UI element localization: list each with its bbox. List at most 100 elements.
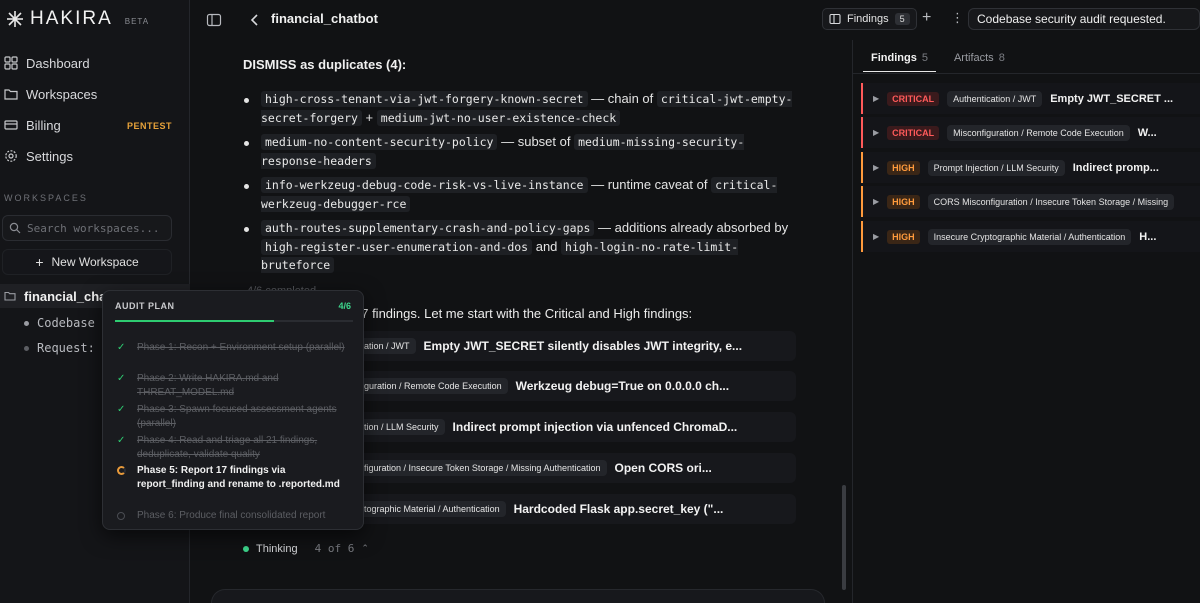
- severity-badge: CRITICAL: [887, 91, 940, 106]
- tab-artifacts[interactable]: Artifacts 8: [946, 44, 1013, 72]
- findings-count-badge: 5: [894, 13, 910, 25]
- finding-title: H...: [1139, 230, 1157, 243]
- list-item: medium-no-content-security-policy — subs…: [243, 133, 793, 170]
- tab-divider: [853, 73, 1200, 74]
- list-text: — runtime caveat of: [587, 177, 712, 192]
- nav-label: Settings: [26, 148, 73, 164]
- severity-badge: HIGH: [887, 229, 920, 244]
- finding-card[interactable]: sconfiguration / Insecure Token Storage …: [341, 453, 796, 483]
- category-tag: Insecure Cryptographic Material / Authen…: [927, 228, 1132, 245]
- search-input[interactable]: [27, 221, 167, 235]
- chevron-up-icon: ⌃: [361, 543, 369, 553]
- finding-title: Indirect promp...: [1072, 161, 1159, 174]
- dismiss-list: high-cross-tenant-via-jwt-forgery-known-…: [243, 90, 793, 275]
- back-chevron-icon[interactable]: [247, 12, 263, 28]
- audit-plan-count: 4/6: [338, 301, 351, 311]
- thinking-label: Thinking: [256, 542, 298, 555]
- finding-title: Werkzeug debug=True on 0.0.0.0 ch...: [515, 379, 730, 393]
- finding-row[interactable]: ▶ CRITICAL Authentication / JWT Empty JW…: [861, 83, 1200, 114]
- status-pill[interactable]: Codebase security audit requested.: [968, 8, 1200, 30]
- finding-row[interactable]: ▶ HIGH CORS Misconfiguration / Insecure …: [861, 186, 1200, 217]
- code-span: high-register-user-enumeration-and-dos: [261, 238, 533, 255]
- code-span: auth-routes-supplementary-crash-and-poli…: [261, 220, 595, 236]
- more-vertical-icon[interactable]: ⋮: [951, 10, 964, 26]
- scrollbar[interactable]: [842, 485, 846, 590]
- dismiss-heading: DISMISS as duplicates (4):: [243, 57, 407, 72]
- severity-badge: HIGH: [887, 194, 920, 209]
- tab-count: 5: [921, 52, 928, 64]
- list-text: +: [361, 109, 377, 125]
- list-text: — chain of: [587, 91, 657, 106]
- finding-card[interactable]: configuration / Remote Code Execution We…: [341, 371, 796, 401]
- finding-card[interactable]: Injection / LLM Security Indirect prompt…: [341, 412, 796, 442]
- folder-icon: [4, 89, 18, 100]
- step-text: Phase 5: Report 17 findings via report_f…: [137, 465, 340, 490]
- nav-dashboard[interactable]: Dashboard: [4, 53, 90, 73]
- thread-dot: [24, 320, 29, 326]
- audit-plan-heading: AUDIT PLAN: [115, 301, 175, 311]
- tab-findings[interactable]: Findings 5: [863, 44, 936, 72]
- grid-icon: [4, 56, 18, 70]
- expand-chevron-icon[interactable]: ▶: [873, 232, 879, 241]
- finding-card[interactable]: entication / JWT Empty JWT_SECRET silent…: [341, 331, 796, 361]
- finding-row[interactable]: ▶ HIGH Insecure Cryptographic Material /…: [861, 221, 1200, 252]
- new-workspace-button[interactable]: + New Workspace: [2, 249, 172, 275]
- nav-workspaces[interactable]: Workspaces: [4, 84, 97, 104]
- code-span: medium-no-content-security-policy: [261, 134, 498, 150]
- finding-row[interactable]: ▶ CRITICAL Misconfiguration / Remote Cod…: [861, 117, 1200, 148]
- list-text: — subset of: [497, 134, 575, 149]
- plan-step: ✓ Phase 3: Spawn focused assessment agen…: [117, 403, 353, 431]
- list-item: auth-routes-supplementary-crash-and-poli…: [243, 219, 793, 275]
- expand-chevron-icon[interactable]: ▶: [873, 197, 879, 206]
- new-workspace-label: New Workspace: [51, 255, 139, 269]
- nav-settings[interactable]: Settings: [4, 146, 73, 166]
- in-progress-spinner-icon: [117, 464, 127, 492]
- thread-item[interactable]: Codebase s: [24, 316, 109, 330]
- check-icon: ✓: [117, 373, 126, 384]
- thread-label: Request: C: [37, 341, 110, 355]
- thinking-indicator[interactable]: Thinking 4 of 6 ⌃: [243, 542, 369, 555]
- finding-title: Empty JWT_SECRET silently disables JWT i…: [423, 339, 743, 353]
- check-icon: ✓: [117, 342, 126, 353]
- plan-step: Phase 5: Report 17 findings via report_f…: [117, 464, 353, 492]
- plus-icon: +: [35, 254, 44, 270]
- workspace-search[interactable]: [2, 215, 172, 241]
- panel-icon: [829, 13, 841, 25]
- step-text: Phase 1: Recon + Environment setup (para…: [137, 342, 345, 353]
- finding-row[interactable]: ▶ HIGH Prompt Injection / LLM Security I…: [861, 152, 1200, 183]
- list-text: — additions already absorbed by: [594, 220, 789, 235]
- thread-item[interactable]: Request: C: [24, 341, 109, 355]
- category-tag: Misconfiguration / Remote Code Execution: [947, 124, 1130, 141]
- expand-chevron-icon[interactable]: ▶: [873, 128, 879, 137]
- plan-badge: PENTEST: [127, 121, 173, 131]
- sidebar-toggle-icon[interactable]: [206, 12, 222, 28]
- nav-label: Dashboard: [26, 55, 90, 71]
- expand-chevron-icon[interactable]: ▶: [873, 163, 879, 172]
- hakira-logo-icon: [7, 11, 23, 27]
- finding-title: Indirect prompt injection via unfenced C…: [452, 420, 738, 434]
- category-tag: Authentication / JWT: [947, 90, 1043, 107]
- brand[interactable]: HAKIRA BETA: [6, 8, 149, 30]
- folder-icon: [4, 291, 16, 301]
- findings-toggle-button[interactable]: Findings 5: [822, 8, 917, 30]
- severity-badge: HIGH: [887, 160, 920, 175]
- top-bar: financial_chatbot Findings 5 + ⋮ Codebas…: [191, 0, 1200, 40]
- nav-billing[interactable]: Billing: [4, 115, 61, 135]
- plan-progress-count: 4 of 6: [314, 542, 355, 555]
- finding-title: Empty JWT_SECRET ...: [1050, 92, 1174, 105]
- assistant-message: 17 findings. Let me start with the Criti…: [354, 306, 693, 321]
- nav-label: Workspaces: [26, 86, 98, 102]
- tab-count: 8: [998, 52, 1005, 64]
- step-text: Phase 6: Produce final consolidated repo…: [137, 510, 326, 521]
- message-composer[interactable]: [211, 589, 825, 603]
- expand-chevron-icon[interactable]: ▶: [873, 94, 879, 103]
- code-span: info-werkzeug-debug-code-risk-vs-live-in…: [261, 177, 588, 193]
- add-icon[interactable]: +: [922, 9, 931, 27]
- audit-plan-popover: AUDIT PLAN 4/6 ✓ Phase 1: Recon + Enviro…: [102, 290, 364, 530]
- thread-dot: [24, 345, 29, 351]
- step-text: Phase 3: Spawn focused assessment agents…: [137, 404, 337, 429]
- nav-label: Billing: [26, 117, 61, 133]
- list-text: and: [532, 238, 562, 254]
- finding-title: W...: [1137, 126, 1157, 139]
- finding-card[interactable]: Cryptographic Material / Authentication …: [341, 494, 796, 524]
